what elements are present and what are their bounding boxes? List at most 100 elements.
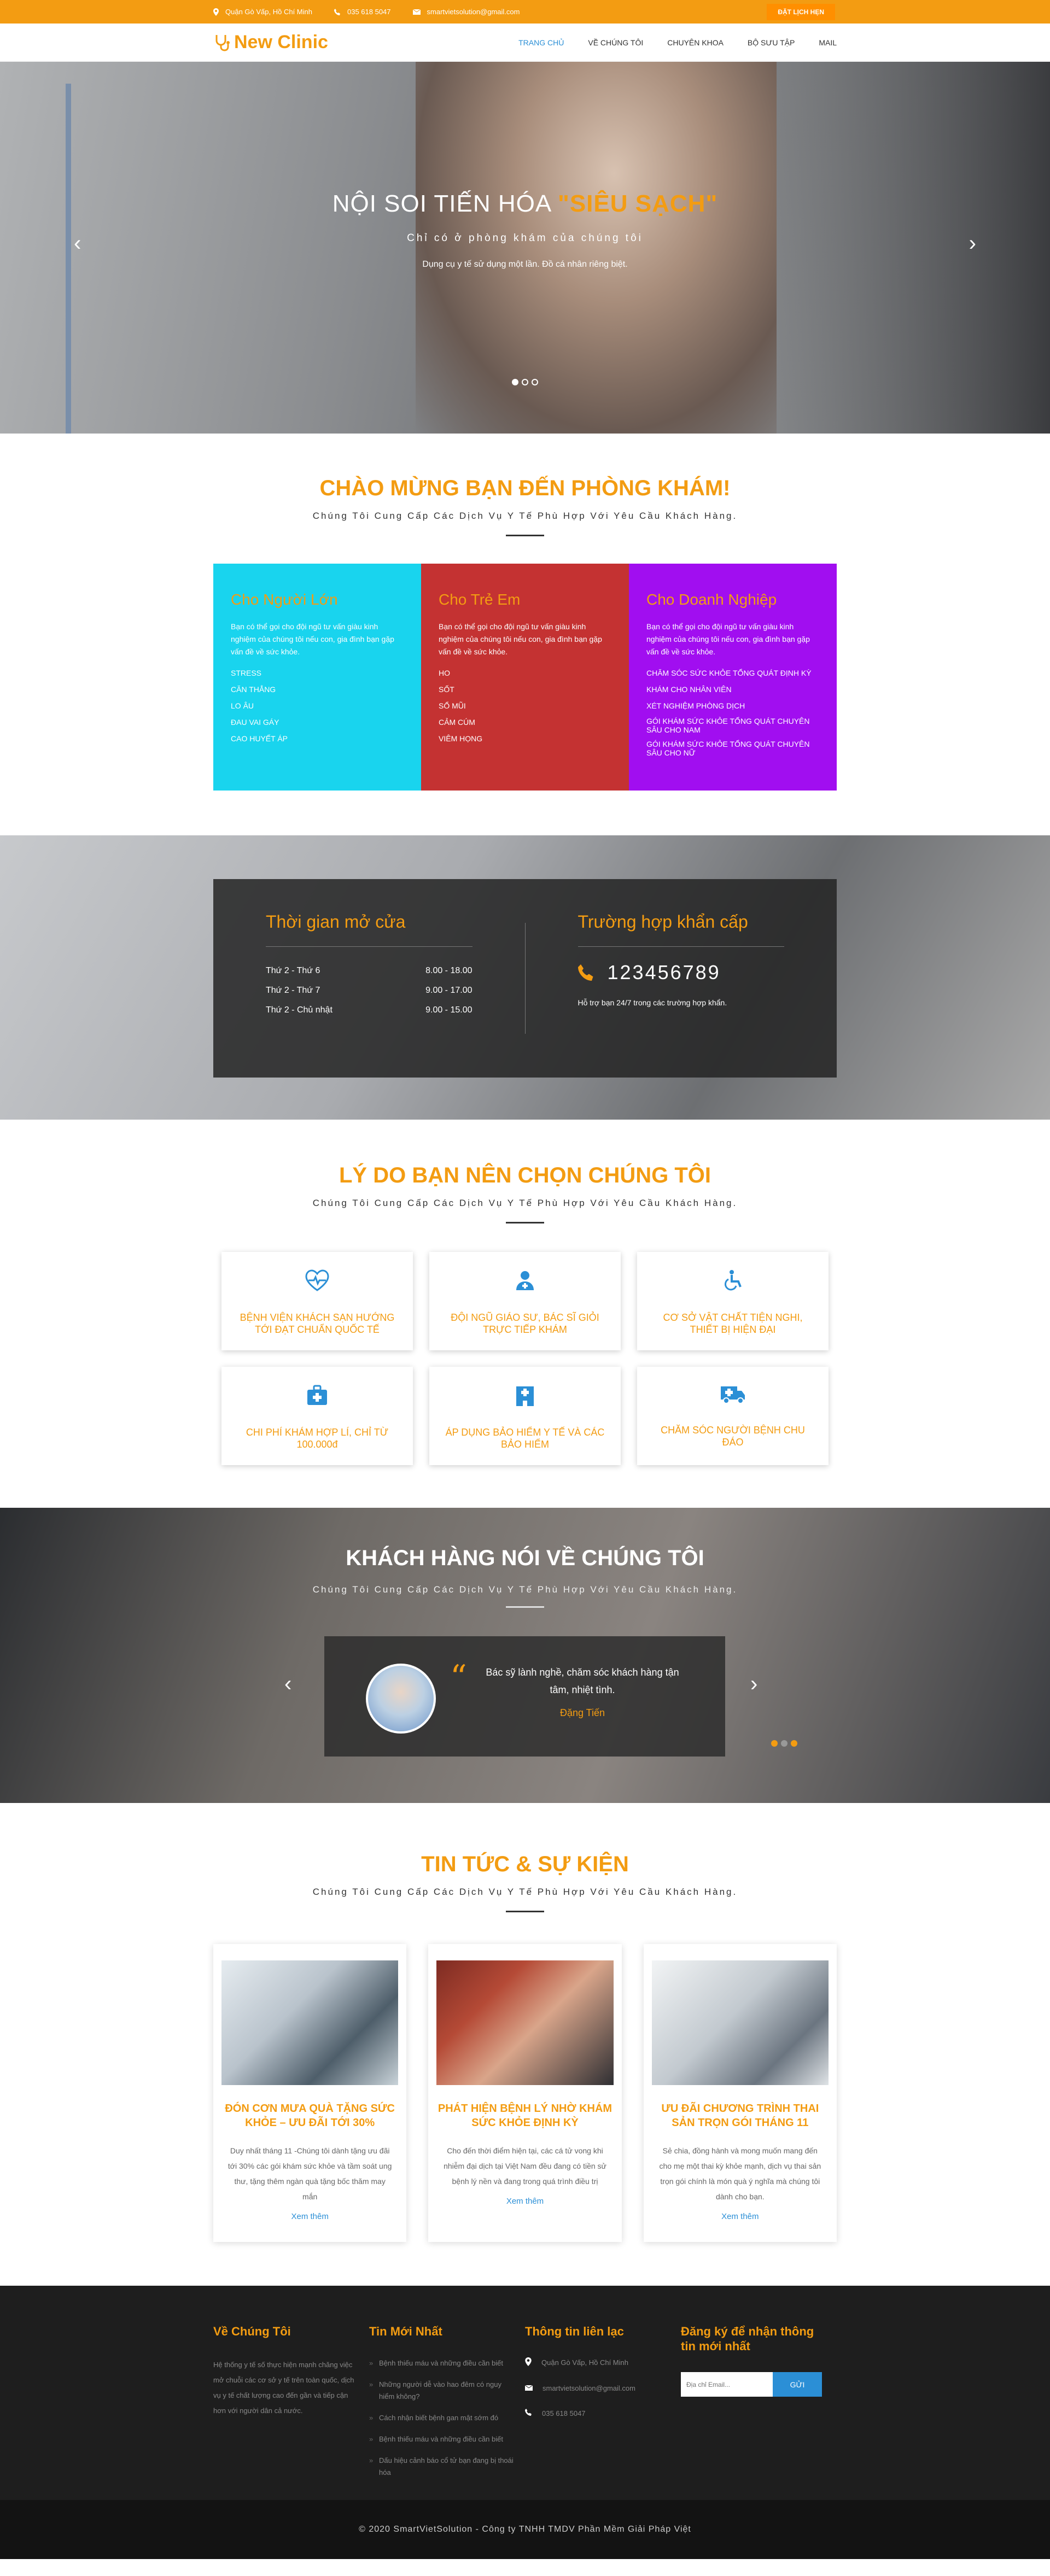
hero-text: Dụng cụ y tế sử dụng một lần. Đồ cá nhân… [422,260,628,269]
topbar-phone[interactable]: 035 618 5047 [347,8,391,16]
chevron-left-icon[interactable]: ‹ [284,1672,291,1696]
news-card-title[interactable]: PHÁT HIỆN BỆNH LÝ NHỜ KHÁM SỨC KHỎE ĐỊNH… [436,2101,613,2130]
logo[interactable]: New Clinic [213,32,328,53]
testimonials-subtitle: Chúng Tôi Cung Cấp Các Dịch Vụ Y Tế Phù … [312,1584,738,1595]
chevron-left-icon[interactable]: ‹ [74,231,81,256]
recent-news-link[interactable]: Dấu hiệu cảnh báo cổ tử bạn đang bị thoá… [369,2455,514,2479]
divider [506,1222,544,1223]
contact-address-text: Quận Gò Vấp, Hồ Chí Minh [541,2358,628,2367]
slider-dot[interactable] [771,1740,778,1747]
list-item: ĐAU VAI GÁY [231,718,279,727]
menu-item-gallery[interactable]: BỘ SƯU TẬP [748,38,795,47]
recent-news-list: Bệnh thiếu máu và những điều cần biết Nh… [369,2357,514,2479]
avatar [366,1664,436,1734]
logo-text: New Clinic [234,32,328,52]
hours-card: Thời gian mở cửa Thứ 2 - Thứ 6 8.00 - 18.… [213,879,837,1078]
slider-dot[interactable] [532,379,538,385]
hours-day: Thứ 2 - Chủ nhật [266,1005,332,1015]
slider-dot[interactable] [791,1740,797,1747]
subscribe-button[interactable]: GỬI [773,2372,822,2397]
menu-item-about[interactable]: VỀ CHÚNG TÔI [588,38,643,47]
chevron-right-icon[interactable]: › [969,231,976,256]
welcome-subtitle: Chúng Tôi Cung Cấp Các Dịch Vụ Y Tế Phù … [312,511,738,521]
footer-recent-news: Tin Mới Nhất Bệnh thiếu máu và những điề… [369,2324,525,2488]
hours-row: Thứ 2 - Thứ 6 8.00 - 18.00 [266,961,472,981]
contact-phone-text[interactable]: 035 618 5047 [542,2409,586,2417]
list-item: XÉT NGHIỆM PHÒNG DỊCH [646,701,745,710]
why-card-text: ÁP DỤNG BẢO HIỂM Y TẾ VÀ CÁC BẢO HIỂM [445,1427,605,1450]
testimonials-section: KHÁCH HÀNG NÓI VỀ CHÚNG TÔI Chúng Tôi Cu… [0,1508,1050,1803]
emergency-phone-row: 123456789 [578,961,785,984]
news-card-title[interactable]: ĐÓN CƠN MƯA QUÀ TẶNG SỨC KHỎE – ƯU ĐÃI T… [221,2101,398,2130]
hours-section: Thời gian mở cửa Thứ 2 - Thứ 6 8.00 - 18.… [0,835,1050,1120]
why-card: ĐỘI NGŨ GIÁO SƯ, BÁC SĨ GIỎI TRỰC TIẾP K… [429,1252,621,1350]
news-image[interactable] [651,1960,829,2085]
read-more-link[interactable]: Xem thêm [221,2212,398,2221]
emergency-phone[interactable]: 123456789 [608,961,721,984]
slider-dot[interactable] [781,1740,788,1747]
read-more-link[interactable]: Xem thêm [652,2212,829,2221]
book-appointment-button[interactable]: ĐẶT LỊCH HẸN [767,4,835,20]
why-card-text: CHI PHÍ KHÁM HỢP LÍ, CHỈ TỪ 100.000đ [246,1427,389,1450]
slider-dot[interactable] [522,379,528,385]
list-item: VIÊM HỌNG [439,734,483,743]
hero-slider[interactable]: NỘI SOI TIẾN HÓA "SIÊU SẠCH" Chỉ có ở ph… [0,62,1050,434]
divider [506,1911,544,1912]
news-image[interactable] [436,1960,614,2085]
footer-heading: Về Chúng Tôi [213,2325,291,2338]
hero-shadow [777,62,1050,434]
contact-email: smartvietsolution@gmail.com [524,2384,670,2392]
why-title: LÝ DO BẠN NÊN CHỌN CHÚNG TÔI [339,1163,711,1187]
why-grid: BỆNH VIỆN KHÁCH SẠN HƯỚNG TỚI ĐẠT CHUẨN … [221,1252,829,1465]
phone-icon [334,8,341,15]
hours-title: Thời gian mở cửa [266,912,472,947]
why-card: CƠ SỞ VẬT CHẤT TIỆN NGHI, THIẾT BỊ HIỆN … [637,1252,829,1350]
news-card-desc: Sẻ chia, đồng hành và mong muốn mang đến… [659,2146,821,2201]
hospital-icon [515,1384,535,1409]
subscribe-email-input[interactable] [681,2372,773,2397]
list-item: GÓI KHÁM SỨC KHỎE TỔNG QUÁT CHUYÊN SÂU C… [646,740,810,757]
contact-email-text[interactable]: smartvietsolution@gmail.com [542,2384,635,2392]
hours-row: Thứ 2 - Chủ nhật 9.00 - 15.00 [266,1000,472,1020]
testimonial-quote: Bác sỹ lành nghề, chăm sóc khách hàng tậ… [486,1667,679,1695]
hours-day: Thứ 2 - Thứ 7 [266,986,320,995]
read-more-link[interactable]: Xem thêm [436,2197,613,2206]
email-info: smartvietsolution@gmail.com [412,8,520,16]
wheelchair-icon [722,1269,744,1294]
service-desc: Bạn có thể gọi cho đội ngũ tư vấn giàu k… [231,622,394,656]
list-item: STRESS [231,669,262,677]
service-list: HO SỐT SỔ MŨI CẢM CÚM VIÊM HỌNG [439,665,611,747]
contact-address: Quận Gò Vấp, Hồ Chí Minh [525,2357,670,2368]
envelope-icon [524,2384,533,2392]
news-card-desc: Cho đến thời điểm hiện tại, các cá tử vo… [444,2146,606,2186]
menu-item-mail[interactable]: MAIL [819,38,837,47]
copyright: © 2020 SmartVietSolution - Công ty TNHH … [0,2500,1050,2559]
menu-item-specialties[interactable]: CHUYÊN KHOA [667,38,724,47]
menu-item-home[interactable]: TRANG CHỦ [518,38,564,47]
why-card: CHĂM SÓC NGƯỜI BỆNH CHU ĐÁO [637,1367,829,1465]
slider-dot[interactable] [512,379,518,385]
chevron-right-icon[interactable]: › [750,1672,757,1696]
news-image[interactable] [221,1960,399,2085]
slider-dots [0,379,1050,385]
service-box-children: Cho Trẻ Em Bạn có thể gọi cho đội ngũ tư… [421,564,629,791]
testimonial-dots [771,1740,797,1747]
service-title: Cho Trẻ Em [439,591,521,608]
topbar-email[interactable]: smartvietsolution@gmail.com [427,8,520,16]
phone-icon [525,2409,532,2417]
news-card-title[interactable]: ƯU ĐÃI CHƯƠNG TRÌNH THAI SẢN TRỌN GÓI TH… [652,2101,829,2130]
why-card: BỆNH VIỆN KHÁCH SẠN HƯỚNG TỚI ĐẠT CHUẨN … [221,1252,413,1350]
footer-columns: Về Chúng Tôi Hệ thống y tế số thực hiện … [213,2286,837,2488]
hero-title-prefix: NỘI SOI TIẾN HÓA [332,190,551,217]
hours-time: 8.00 - 18.00 [425,966,472,975]
recent-news-link[interactable]: Bệnh thiếu máu và những điều cần biết [369,2357,514,2369]
emergency-title: Trường hợp khẩn cấp [578,912,784,947]
footer-about: Về Chúng Tôi Hệ thống y tế số thực hiện … [213,2324,369,2488]
hero-image [416,62,777,434]
testimonial-card: “ Bác sỹ lành nghề, chăm sóc khách hàng … [324,1636,797,1757]
recent-news-link[interactable]: Cách nhận biết bệnh gan mật sớm đó [369,2412,514,2424]
recent-news-link[interactable]: Bệnh thiếu máu và những điều cần biết [369,2433,514,2445]
service-box-adults: Cho Người Lớn Bạn có thể gọi cho đội ngũ… [213,564,421,791]
welcome-title: CHÀO MỪNG BẠN ĐẾN PHÒNG KHÁM! [319,476,731,500]
recent-news-link[interactable]: Những người dễ vào hao đêm có nguy hiểm … [369,2379,514,2403]
